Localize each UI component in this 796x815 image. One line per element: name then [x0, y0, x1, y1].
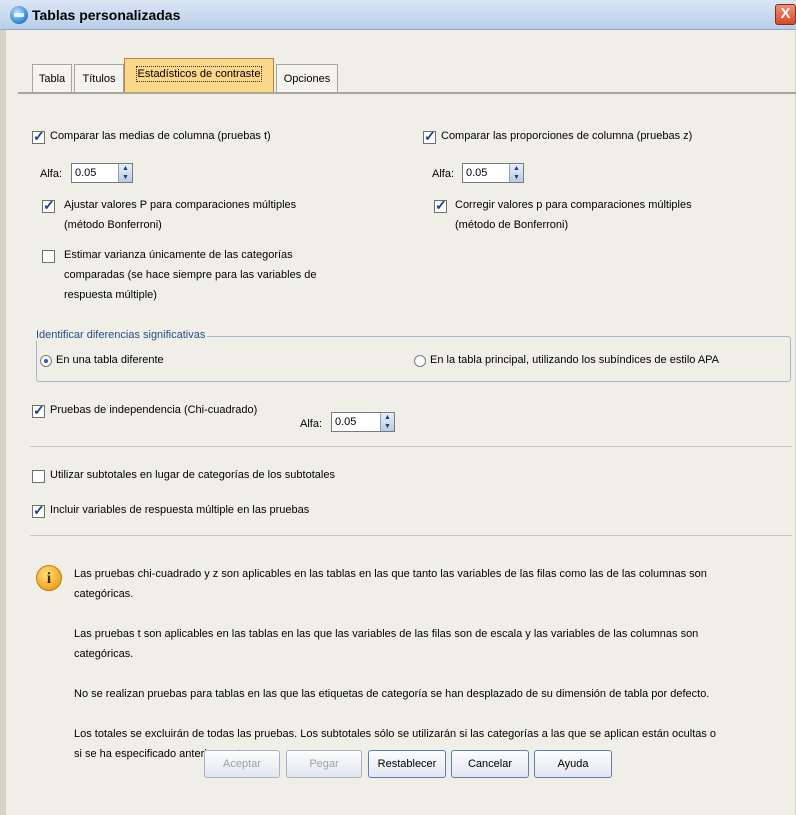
info-text-2b: categóricas. [74, 648, 134, 660]
check-icon: ✓ [33, 502, 45, 518]
help-button[interactable]: Ayuda [534, 750, 612, 778]
spinner-arrows-icon[interactable]: ▲ ▼ [509, 164, 523, 182]
info-icon: i [36, 565, 62, 591]
check-icon: ✓ [33, 402, 45, 418]
close-button[interactable]: X [775, 4, 796, 25]
radio-separate-table-label: En una tabla diferente [56, 354, 164, 366]
radio-separate-table[interactable] [40, 355, 52, 367]
radio-main-table-label: En la tabla principal, utilizando los su… [430, 354, 720, 366]
props-alpha-label: Alfa: [432, 168, 455, 180]
check-icon: ✓ [424, 128, 436, 144]
chisq-alpha-spinner[interactable]: 0.05 ▲ ▼ [331, 412, 395, 432]
props-alpha-spinner[interactable]: 0.05 ▲ ▼ [462, 163, 524, 183]
window-title: Tablas personalizadas [32, 7, 181, 23]
means-alpha-label: Alfa: [40, 168, 63, 180]
info-text-3: No se realizan pruebas para tablas en la… [74, 688, 710, 700]
compare-means-label: Comparar las medias de columna (pruebas … [50, 130, 271, 142]
correct-p-label-line1: Corregir valores p para comparaciones mú… [455, 199, 692, 211]
reset-button[interactable]: Restablecer [368, 750, 446, 778]
title-bar: Tablas personalizadas X [0, 0, 796, 30]
estimate-variance-label-line2: comparadas (se hace siempre para las var… [64, 269, 317, 281]
tab-estadisticos-contraste[interactable]: Estadísticos de contraste [124, 58, 274, 94]
multiple-response-label: Incluir variables de respuesta múltiple … [50, 504, 310, 516]
chisq-alpha-label: Alfa: [300, 418, 323, 430]
adjust-p-checkbox[interactable]: ✓ [42, 197, 55, 213]
chisq-checkbox[interactable]: ✓ [32, 402, 45, 418]
accept-button[interactable]: Aceptar [204, 750, 280, 778]
cancel-button[interactable]: Cancelar [451, 750, 529, 778]
separator [30, 535, 792, 536]
info-text-4a: Los totales se excluirán de todas las pr… [74, 728, 717, 740]
estimate-variance-checkbox[interactable] [42, 250, 55, 263]
adjust-p-label-line2: (método Bonferroni) [64, 219, 162, 231]
radio-main-table[interactable] [414, 355, 426, 367]
tab-tabla[interactable]: Tabla [32, 64, 72, 92]
chisq-label: Pruebas de independencia (Chi-cuadrado) [50, 404, 258, 416]
means-alpha-spinner[interactable]: 0.05 ▲ ▼ [71, 163, 133, 183]
spinner-arrows-icon[interactable]: ▲ ▼ [118, 164, 132, 182]
adjust-p-label-line1: Ajustar valores P para comparaciones múl… [64, 199, 297, 211]
tab-titulos[interactable]: Títulos [74, 64, 124, 92]
estimate-variance-label-line3: respuesta múltiple) [64, 289, 157, 301]
check-icon: ✓ [43, 197, 55, 213]
dialog-window: Tablas personalizadas X Tabla Títulos Es… [0, 0, 796, 815]
correct-p-label-line2: (método de Bonferroni) [455, 219, 569, 231]
props-alpha-value: 0.05 [466, 167, 488, 179]
tab-label: Estadísticos de contraste [135, 66, 263, 82]
radio-selected-dot [44, 359, 48, 363]
separator [30, 446, 792, 447]
tab-opciones[interactable]: Opciones [276, 64, 338, 92]
compare-means-checkbox[interactable]: ✓ [32, 128, 45, 144]
means-alpha-value: 0.05 [75, 167, 97, 179]
chisq-alpha-value: 0.05 [335, 416, 357, 428]
check-icon: ✓ [33, 128, 45, 144]
info-text-2a: Las pruebas t son aplicables en las tabl… [74, 628, 699, 640]
paste-button[interactable]: Pegar [286, 750, 362, 778]
estimate-variance-label-line1: Estimar varianza únicamente de las categ… [64, 249, 293, 261]
correct-p-checkbox[interactable]: ✓ [434, 197, 447, 213]
app-icon [10, 6, 28, 24]
tab-label: Títulos [82, 73, 116, 85]
compare-proportions-label: Comparar las proporciones de columna (pr… [441, 130, 693, 142]
subtotals-label: Utilizar subtotales en lugar de categorí… [50, 469, 335, 481]
tab-label: Tabla [38, 73, 66, 85]
compare-proportions-checkbox[interactable]: ✓ [423, 128, 436, 144]
tab-label: Opciones [283, 73, 331, 85]
identify-differences-title: Identificar diferencias significativas [34, 329, 208, 341]
spinner-arrows-icon[interactable]: ▲ ▼ [380, 413, 394, 431]
info-text-1b: categóricas. [74, 588, 134, 600]
info-text-1a: Las pruebas chi-cuadrado y z son aplicab… [74, 568, 707, 580]
check-icon: ✓ [435, 197, 447, 213]
multiple-response-checkbox[interactable]: ✓ [32, 502, 45, 518]
tab-panel-border [18, 92, 796, 94]
subtotals-checkbox[interactable] [32, 470, 45, 483]
